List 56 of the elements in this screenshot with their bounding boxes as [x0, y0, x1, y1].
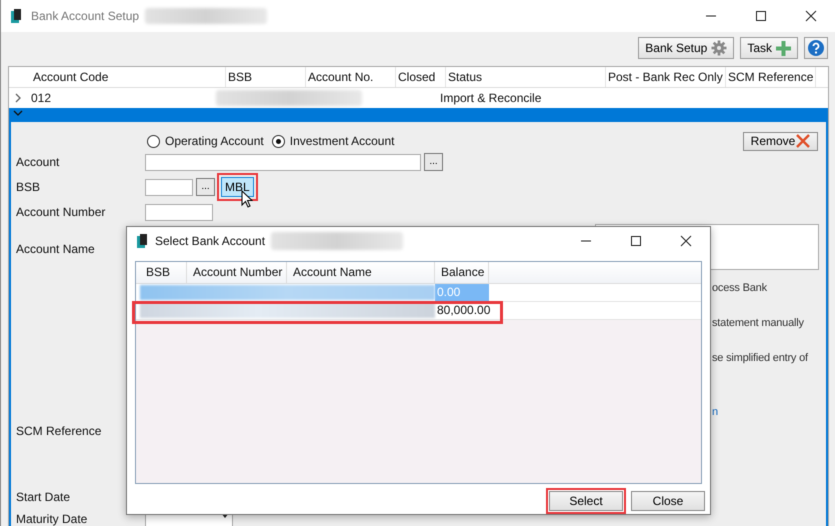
chevron-right-icon[interactable] — [13, 93, 23, 103]
field-label: SCM Reference — [16, 424, 102, 438]
maximize-icon[interactable] — [630, 235, 642, 248]
column-header[interactable]: Status — [446, 67, 606, 87]
browse-button[interactable]: ... — [424, 153, 443, 171]
column-header[interactable]: Account Number — [187, 262, 287, 283]
field-label: Start Date — [16, 490, 72, 504]
dialog-title: Select Bank Account — [155, 234, 266, 248]
column-header[interactable]: BSB — [140, 262, 187, 283]
remove-button[interactable]: Remove — [743, 132, 818, 150]
app-logo-icon — [9, 8, 23, 24]
input-field[interactable] — [145, 204, 213, 220]
column-header[interactable]: BSB — [226, 67, 306, 87]
column-header[interactable]: Account No. — [306, 67, 396, 87]
field-label: Account Name — [16, 242, 96, 256]
description-text: statement manually — [712, 317, 804, 329]
toolbar-button[interactable]: Bank Setup — [638, 37, 734, 59]
help-button[interactable] — [804, 37, 828, 59]
cursor-icon — [241, 190, 253, 208]
app-logo-icon — [135, 233, 149, 250]
field-label: BSB — [16, 180, 42, 194]
table-cell-text: 012 — [31, 91, 52, 105]
column-header[interactable]: Balance — [435, 262, 489, 283]
input-field[interactable] — [145, 154, 421, 170]
maximize-icon[interactable] — [755, 10, 767, 22]
table-cell-text: 80,000.00 — [436, 302, 489, 319]
chevron-down-icon[interactable] — [13, 108, 23, 118]
dialog-button[interactable]: Select — [549, 491, 623, 511]
dialog-button[interactable]: Close — [631, 491, 705, 511]
description-text: ocess Bank — [712, 282, 767, 294]
table-row[interactable]: 012 Import & Reconcile — [9, 88, 828, 108]
field-label: Maturity Date — [16, 512, 88, 526]
column-header[interactable]: Post - Bank Rec Only — [606, 67, 726, 87]
plus-icon — [776, 40, 791, 56]
close-icon[interactable] — [680, 235, 692, 248]
gear-icon — [711, 40, 728, 56]
table-cell: Import & Reconcile — [440, 91, 542, 105]
column-header[interactable]: Account Code — [31, 67, 226, 87]
close-icon[interactable] — [805, 10, 817, 22]
table-cell: 0.00 — [435, 284, 489, 301]
browse-button[interactable]: ... — [196, 178, 215, 196]
description-text: n — [712, 406, 718, 418]
toolbar-button[interactable]: Task — [740, 37, 798, 59]
column-header[interactable]: Closed — [396, 67, 446, 87]
field-label: Account Number — [16, 205, 106, 219]
help-icon — [807, 39, 825, 57]
radio-button[interactable]: Investment Account — [272, 134, 394, 148]
description-text: se simplified entry of — [712, 352, 808, 364]
close-icon — [796, 134, 810, 148]
field-label: Account — [16, 155, 60, 169]
window-title: Bank Account Setup — [31, 9, 140, 23]
column-header[interactable]: Account Name — [287, 262, 435, 283]
radio-button[interactable]: Operating Account — [147, 134, 264, 148]
mbl-button[interactable]: MBL — [221, 177, 254, 197]
column-header[interactable]: SCM Reference — [726, 67, 816, 87]
input-field[interactable] — [145, 178, 193, 196]
